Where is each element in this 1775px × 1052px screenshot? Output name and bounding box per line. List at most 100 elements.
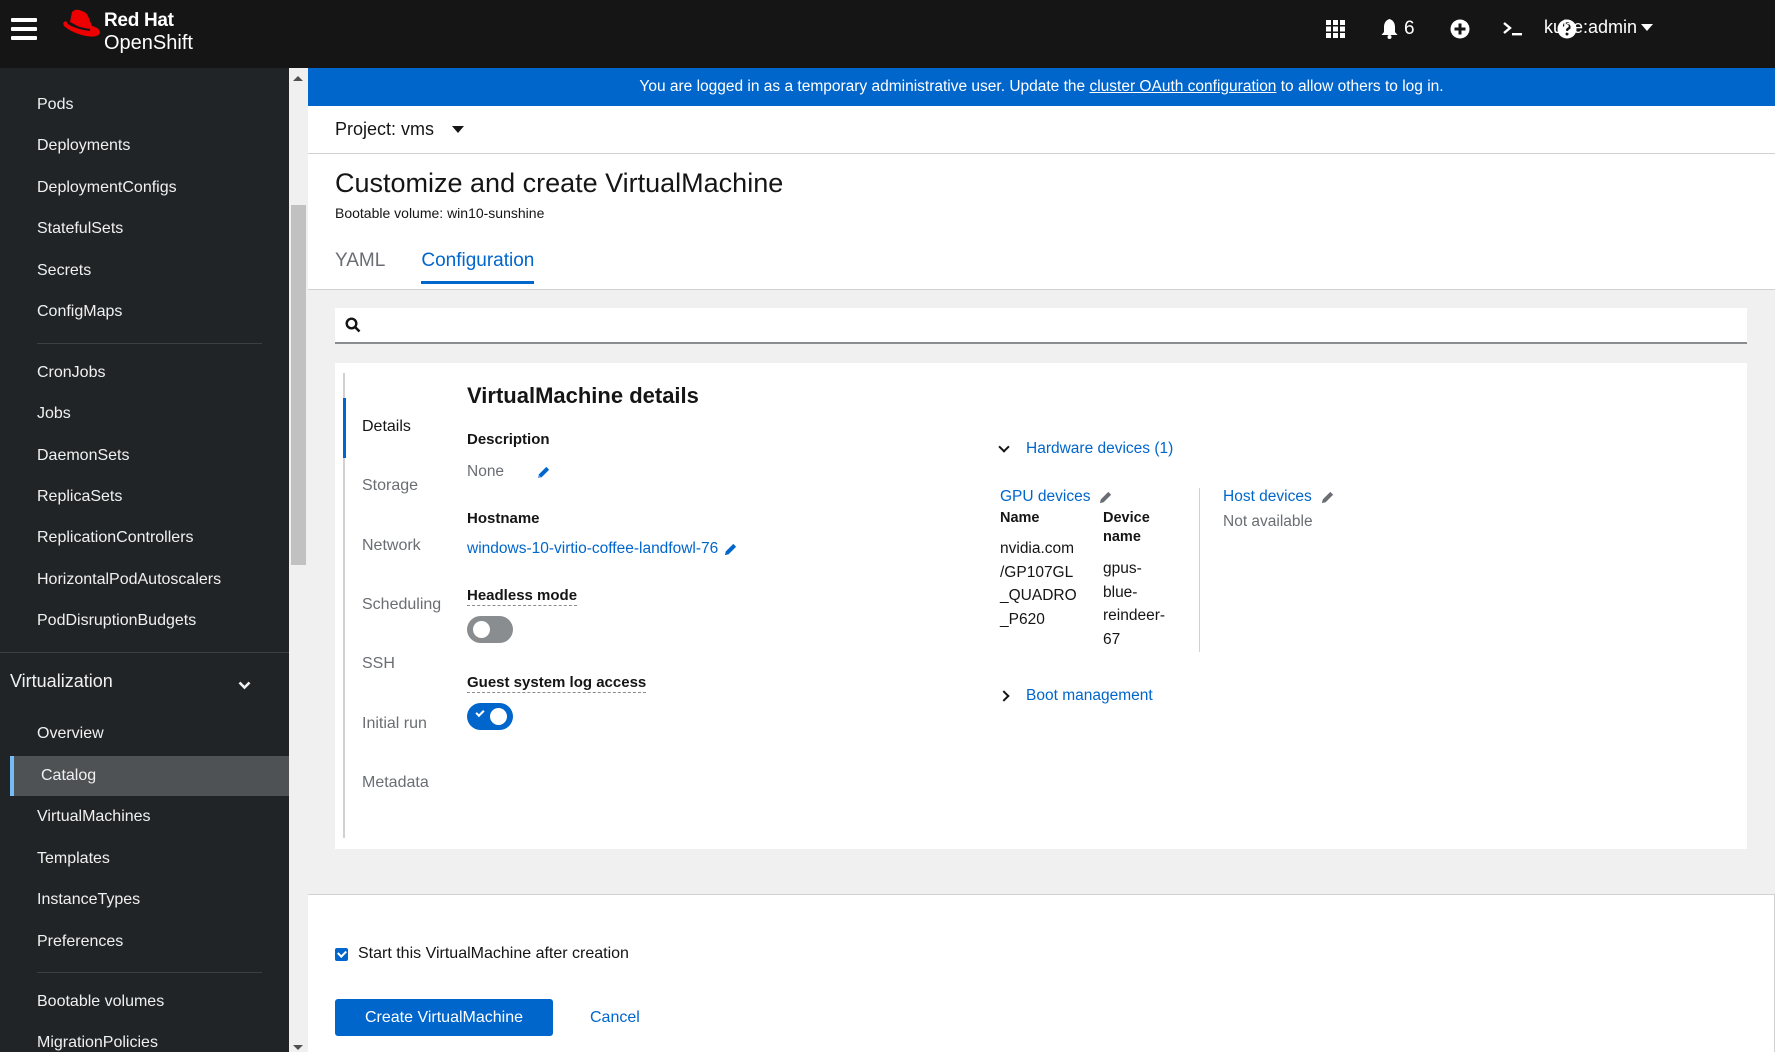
cell-line: nvidia.com [1000,540,1075,557]
sidebar-item-bootable-volumes[interactable]: Bootable volumes [0,982,289,1022]
jump-link-ssh[interactable]: SSH [362,655,395,673]
cancel-button[interactable]: Cancel [590,999,640,1036]
sidebar-item-deployments[interactable]: Deployments [0,126,289,166]
check-icon [475,707,485,718]
banner-text-before: You are logged in as a temporary adminis… [639,78,1090,95]
gpu-name-cell: nvidia.com /GP107GL _QUADRO _P620 [1000,537,1077,631]
sidebar-item-horizontalpodautoscalers[interactable]: HorizontalPodAutoscalers [0,560,289,600]
cluster-oauth-configuration-link[interactable]: cluster OAuth configuration [1089,78,1276,96]
sidebar-item-daemonsets[interactable]: DaemonSets [0,436,289,476]
host-devices-header[interactable]: Host devices [1223,488,1335,506]
sidebar-divider [37,972,262,973]
scrollbar-thumb[interactable] [291,205,306,565]
tab-configuration[interactable]: Configuration [421,250,535,284]
sidebar-item-configmaps[interactable]: ConfigMaps [0,292,289,332]
hamburger-menu-icon[interactable] [11,18,37,40]
start-after-creation-row[interactable]: Start this VirtualMachine after creation [335,945,629,963]
cell-line: /GP107GL [1000,563,1074,581]
sidebar-divider [37,343,262,344]
sidebar-item-replicationcontrollers[interactable]: ReplicationControllers [0,518,289,558]
chevron-down-icon [238,674,251,695]
tab-yaml[interactable]: YAML [335,250,385,284]
temporary-admin-banner: You are logged in as a temporary adminis… [308,68,1775,106]
project-selector[interactable]: Project: vms [335,119,465,140]
cell-line: 67 [1103,630,1121,648]
hostname-field: windows-10-virtio-coffee-landfowl-76 [467,540,738,558]
section-title: VirtualMachine details [467,383,699,408]
sidebar-item-statefulsets[interactable]: StatefulSets [0,209,289,249]
hardware-devices-toggle[interactable]: Hardware devices (1) [998,440,1174,458]
sidebar-item-overview[interactable]: Overview [0,714,289,754]
start-after-creation-checkbox[interactable] [335,947,348,961]
boot-management-toggle[interactable]: Boot management [998,687,1153,705]
terminal-icon [1503,22,1522,36]
jump-link-metadata[interactable]: Metadata [362,774,429,792]
host-devices-title: Host devices [1223,488,1312,505]
headless-mode-toggle[interactable] [467,616,513,643]
tabs: YAML Configuration [335,250,535,284]
description-label: Description [467,431,550,448]
banner-text-after: to allow others to log in. [1276,78,1444,95]
sidebar-item-templates[interactable]: Templates [0,839,289,879]
sidebar-item-secrets[interactable]: Secrets [0,251,289,291]
sidebar-item-replicasets[interactable]: ReplicaSets [0,477,289,517]
header-line: Device [1103,510,1150,526]
cell-line: reindeer- [1103,607,1166,624]
caret-down-icon [452,126,465,133]
jump-link-scheduling[interactable]: Scheduling [362,596,441,614]
sidebar-item-instancetypes[interactable]: InstanceTypes [0,880,289,920]
sidebar-item-catalog[interactable]: Catalog [10,756,289,796]
gpu-table-header-name: Name [1000,510,1040,526]
sidebar-item-virtualmachines[interactable]: VirtualMachines [0,797,289,837]
description-field: None [467,463,551,481]
hostname-value[interactable]: windows-10-virtio-coffee-landfowl-76 [467,540,718,558]
guest-system-log-access-toggle[interactable] [467,703,513,730]
boot-management-label: Boot management [1026,687,1153,704]
pencil-edit-icon[interactable] [1098,490,1113,505]
jump-link-initial-run[interactable]: Initial run [362,715,427,733]
pencil-edit-icon[interactable] [1320,490,1335,505]
sidebar-item-preferences[interactable]: Preferences [0,922,289,962]
search-icon [345,317,361,333]
sidebar-item-cronjobs[interactable]: CronJobs [0,353,289,393]
pencil-edit-icon[interactable] [536,465,551,480]
sidebar-group-virtualization[interactable]: Virtualization [0,658,289,704]
create-virtualmachine-button[interactable]: Create VirtualMachine [335,999,553,1036]
scroll-up-arrow-icon[interactable] [293,76,303,81]
web-terminal-button[interactable] [1503,15,1523,43]
jump-link-storage[interactable]: Storage [362,477,418,495]
sidebar-nav: Pods Deployments DeploymentConfigs State… [0,68,289,1052]
page-subtitle: Bootable volume: win10-sunshine [335,205,545,221]
search-input[interactable] [371,310,1747,340]
sidebar-item-poddisruptionbudgets[interactable]: PodDisruptionBudgets [0,601,289,641]
gpu-devices-header[interactable]: GPU devices [1000,488,1113,506]
sidebar-item-pods[interactable]: Pods [0,85,289,125]
product-name: OpenShift [104,32,193,54]
hostname-label: Hostname [467,510,540,527]
guest-system-log-access-label[interactable]: Guest system log access [467,674,647,693]
notifications-count: 6 [1404,18,1415,39]
configuration-card: Details Storage Network Scheduling SSH I… [335,363,1747,849]
sidebar-item-deploymentconfigs[interactable]: DeploymentConfigs [0,168,289,208]
form-footer: Start this VirtualMachine after creation… [308,894,1775,1052]
sidebar-scrollbar[interactable] [289,68,308,1052]
sidebar-item-migrationpolicies[interactable]: MigrationPolicies [0,1023,289,1052]
masthead: Red Hat OpenShift 6 kube:admin [0,0,1775,68]
sidebar-item-jobs[interactable]: Jobs [0,394,289,434]
red-hat-openshift-logo[interactable]: Red Hat OpenShift [62,6,222,56]
scroll-down-arrow-icon[interactable] [293,1045,303,1050]
hardware-devices-label: Hardware devices (1) [1026,440,1174,457]
project-bar: Project: vms [308,106,1775,154]
toggle-knob [473,621,490,638]
pencil-edit-icon[interactable] [723,542,738,557]
quick-create-button[interactable] [1450,15,1470,43]
toggle-knob [490,708,507,725]
headless-mode-label[interactable]: Headless mode [467,587,578,606]
configuration-search [335,308,1747,344]
cell-line: gpus- [1103,560,1142,577]
app-launcher-button[interactable] [1326,15,1346,43]
jump-link-details[interactable]: Details [362,418,411,436]
jump-link-network[interactable]: Network [362,537,421,555]
user-menu[interactable]: kube:admin [1544,17,1653,38]
notifications-button[interactable]: 6 [1381,15,1415,43]
